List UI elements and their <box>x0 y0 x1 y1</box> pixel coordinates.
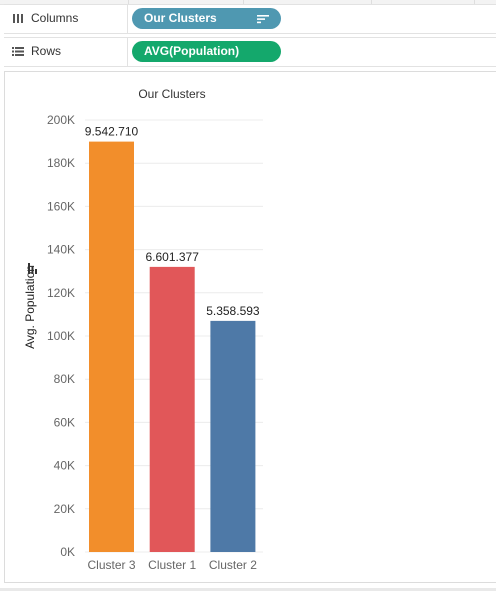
chart-panel: Our Clusters 0K 20K 40K 60K 80K 100K 120K 140K 1… <box>4 71 496 583</box>
columns-shelf-label: Columns <box>31 11 79 25</box>
bar-chart: Our Clusters 0K 20K 40K 60K 80K 100K 120K 140K 1… <box>23 87 263 572</box>
x-tick-label: Cluster 2 <box>209 558 257 572</box>
columns-shelf-label-area: Columns <box>4 5 128 33</box>
avg-population-pill-label: AVG(Population) <box>144 44 240 58</box>
y-tick-label: 0K <box>60 545 75 559</box>
y-axis-title: Avg. Population <box>23 265 37 349</box>
y-tick-label: 60K <box>54 415 75 429</box>
x-axis-ticks: Cluster 3 Cluster 1 Cluster 2 <box>87 558 257 572</box>
rows-shelf-label: Rows <box>31 44 62 58</box>
y-axis-title-group: Avg. Population <box>23 265 37 349</box>
data-label: 6.601.377 <box>146 250 200 264</box>
rows-icon <box>12 47 24 56</box>
y-tick-label: 200K <box>47 113 75 127</box>
chart-title: Our Clusters <box>138 87 205 101</box>
columns-icon <box>13 14 23 23</box>
y-axis-ticks: 0K 20K 40K 60K 80K 100K 120K 140K 160K 180K 200K <box>47 113 75 559</box>
y-tick-label: 20K <box>54 502 75 516</box>
y-tick-label: 40K <box>54 459 75 473</box>
y-tick-label: 100K <box>47 329 75 343</box>
y-tick-label: 160K <box>47 199 75 213</box>
data-label: 9.542.710 <box>85 125 139 139</box>
y-tick-label: 80K <box>54 372 75 386</box>
data-label: 5.358.593 <box>206 304 260 318</box>
avg-population-pill[interactable]: AVG(Population) <box>132 41 281 62</box>
bar-cluster-2[interactable] <box>210 320 256 552</box>
bar-cluster-3[interactable] <box>89 141 134 552</box>
y-tick-label: 140K <box>47 243 75 257</box>
our-clusters-pill-label: Our Clusters <box>144 11 217 25</box>
rows-shelf-label-area: Rows <box>4 38 128 66</box>
x-tick-label: Cluster 1 <box>148 558 196 572</box>
x-tick-label: Cluster 3 <box>87 558 135 572</box>
columns-shelf[interactable]: Columns Our Clusters <box>4 4 496 34</box>
bar-cluster-1[interactable] <box>149 266 195 552</box>
sort-descending-icon[interactable] <box>257 14 269 24</box>
our-clusters-pill[interactable]: Our Clusters <box>132 8 281 29</box>
y-tick-label: 120K <box>47 286 75 300</box>
y-tick-label: 180K <box>47 156 75 170</box>
bars <box>89 141 256 552</box>
rows-shelf[interactable]: Rows AVG(Population) <box>4 37 496 67</box>
